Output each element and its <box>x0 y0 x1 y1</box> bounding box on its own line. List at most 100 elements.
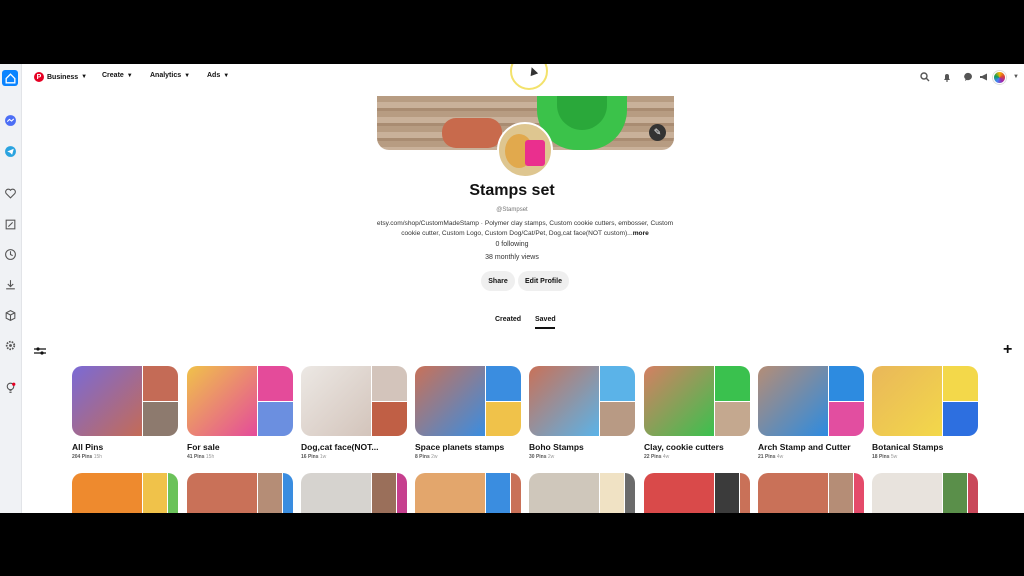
board-card[interactable]: Botanical Stamps 18 Pins 5w <box>872 366 978 460</box>
board-cover-images <box>415 366 521 436</box>
settings-icon[interactable] <box>2 337 18 353</box>
business-menu[interactable]: P Business ▼ <box>34 72 87 82</box>
board-card-partial[interactable] <box>187 473 293 513</box>
board-meta: 18 Pins 5w <box>872 454 978 460</box>
board-cover-side-top <box>486 366 521 401</box>
messenger-icon[interactable] <box>2 112 18 128</box>
board-cover-side <box>283 473 293 513</box>
board-card[interactable]: Arch Stamp and Cutter 21 Pins 4w <box>758 366 864 460</box>
board-cover-side-top <box>258 366 293 401</box>
notifications-icon[interactable] <box>941 71 953 83</box>
megaphone-icon[interactable] <box>978 71 990 83</box>
edit-icon[interactable] <box>2 216 18 232</box>
board-cover-side-bottom <box>258 401 293 436</box>
board-cover-side <box>829 473 853 513</box>
board-cover-side <box>715 473 739 513</box>
board-cover-main <box>872 473 942 513</box>
chevron-down-icon: ▼ <box>223 72 230 79</box>
board-cover-images <box>72 366 178 436</box>
board-name: Arch Stamp and Cutter <box>758 442 851 452</box>
edit-profile-button[interactable]: Edit Profile <box>518 271 569 291</box>
tab-created[interactable]: Created <box>495 316 521 323</box>
board-pin-count: 22 Pins <box>644 454 662 460</box>
board-cover-side-bottom <box>486 401 521 436</box>
board-meta: 30 Pins 2w <box>529 454 635 460</box>
board-age: 2w <box>431 454 438 460</box>
board-cover-main <box>72 366 142 436</box>
edit-cover-pencil-icon[interactable]: ✎ <box>649 124 666 141</box>
board-cover-main <box>644 473 714 513</box>
board-cover-main <box>529 366 599 436</box>
board-cover-images <box>187 366 293 436</box>
board-meta: 204 Pins 15h <box>72 454 178 460</box>
board-pin-count: 41 Pins <box>187 454 205 460</box>
analytics-label: Analytics <box>150 72 182 79</box>
add-board-plus-icon[interactable]: + <box>1003 342 1012 358</box>
board-cover-side <box>943 473 967 513</box>
box-icon[interactable] <box>2 307 18 323</box>
create-label: Create <box>102 72 124 79</box>
chevron-down-icon[interactable]: ▼ <box>1010 71 1022 83</box>
board-meta: 22 Pins 4w <box>644 454 750 460</box>
telegram-icon[interactable] <box>2 143 18 159</box>
board-cover-images <box>872 366 978 436</box>
board-pin-count: 16 Pins <box>301 454 319 460</box>
board-cover-side-top <box>143 366 178 401</box>
board-cover-main <box>529 473 599 513</box>
bio-link[interactable]: etsy.com/shop/CustomMadeStamp <box>377 220 479 227</box>
board-cover-side <box>625 473 635 513</box>
create-menu[interactable]: Create ▼ <box>102 72 133 79</box>
board-card[interactable]: Space planets stamps 8 Pins 2w <box>415 366 521 460</box>
board-name: Botanical Stamps <box>872 442 944 452</box>
bulb-icon[interactable] <box>2 379 18 395</box>
ads-menu[interactable]: Ads ▼ <box>207 72 229 79</box>
messages-icon[interactable] <box>963 71 975 83</box>
following-count[interactable]: 0 following <box>0 241 1024 248</box>
board-cover-images <box>301 366 407 436</box>
board-name: Dog,cat face(NOT... <box>301 442 379 452</box>
board-card-partial[interactable] <box>872 473 978 513</box>
bio-more-link[interactable]: more <box>633 230 649 237</box>
business-label: Business <box>47 73 79 81</box>
share-button[interactable]: Share <box>481 271 515 291</box>
chevron-down-icon: ▼ <box>184 72 191 79</box>
board-card[interactable]: All Pins 204 Pins 15h <box>72 366 178 460</box>
board-card-partial[interactable] <box>758 473 864 513</box>
chevron-down-icon: ▼ <box>81 74 88 80</box>
board-age: 15h <box>205 454 215 460</box>
filter-icon[interactable] <box>34 346 46 356</box>
board-cover-side-bottom <box>943 401 978 436</box>
board-name: For sale <box>187 442 220 452</box>
board-card-partial[interactable] <box>415 473 521 513</box>
board-pin-count: 21 Pins <box>758 454 776 460</box>
home-icon[interactable] <box>2 70 18 86</box>
board-cover-side <box>397 473 407 513</box>
board-cover-side-bottom <box>715 401 750 436</box>
download-icon[interactable] <box>2 276 18 292</box>
board-cover-images <box>758 366 864 436</box>
board-card-partial[interactable] <box>644 473 750 513</box>
board-cover-side-top <box>715 366 750 401</box>
account-avatar[interactable] <box>993 71 1006 84</box>
board-cover-side-bottom <box>829 401 864 436</box>
analytics-menu[interactable]: Analytics ▼ <box>150 72 190 79</box>
browser-sidebar <box>0 64 22 513</box>
board-card[interactable]: Dog,cat face(NOT... 16 Pins 1w <box>301 366 407 460</box>
board-card-partial[interactable] <box>301 473 407 513</box>
board-cover-side <box>511 473 521 513</box>
board-cover-side <box>968 473 978 513</box>
board-age: 2w <box>547 454 555 460</box>
board-cover-side-bottom <box>600 401 635 436</box>
board-card[interactable]: Boho Stamps 30 Pins 2w <box>529 366 635 460</box>
board-cover-main <box>644 366 714 436</box>
search-icon[interactable] <box>919 71 931 83</box>
board-name: Clay, cookie cutters <box>644 442 724 452</box>
board-card-partial[interactable] <box>529 473 635 513</box>
board-card-partial[interactable] <box>72 473 178 513</box>
board-card[interactable]: For sale 41 Pins 15h <box>187 366 293 460</box>
board-cover-main <box>415 366 485 436</box>
board-name: Boho Stamps <box>529 442 584 452</box>
tab-saved[interactable]: Saved <box>535 316 556 323</box>
board-cover-main <box>758 366 828 436</box>
board-card[interactable]: Clay, cookie cutters 22 Pins 4w <box>644 366 750 460</box>
